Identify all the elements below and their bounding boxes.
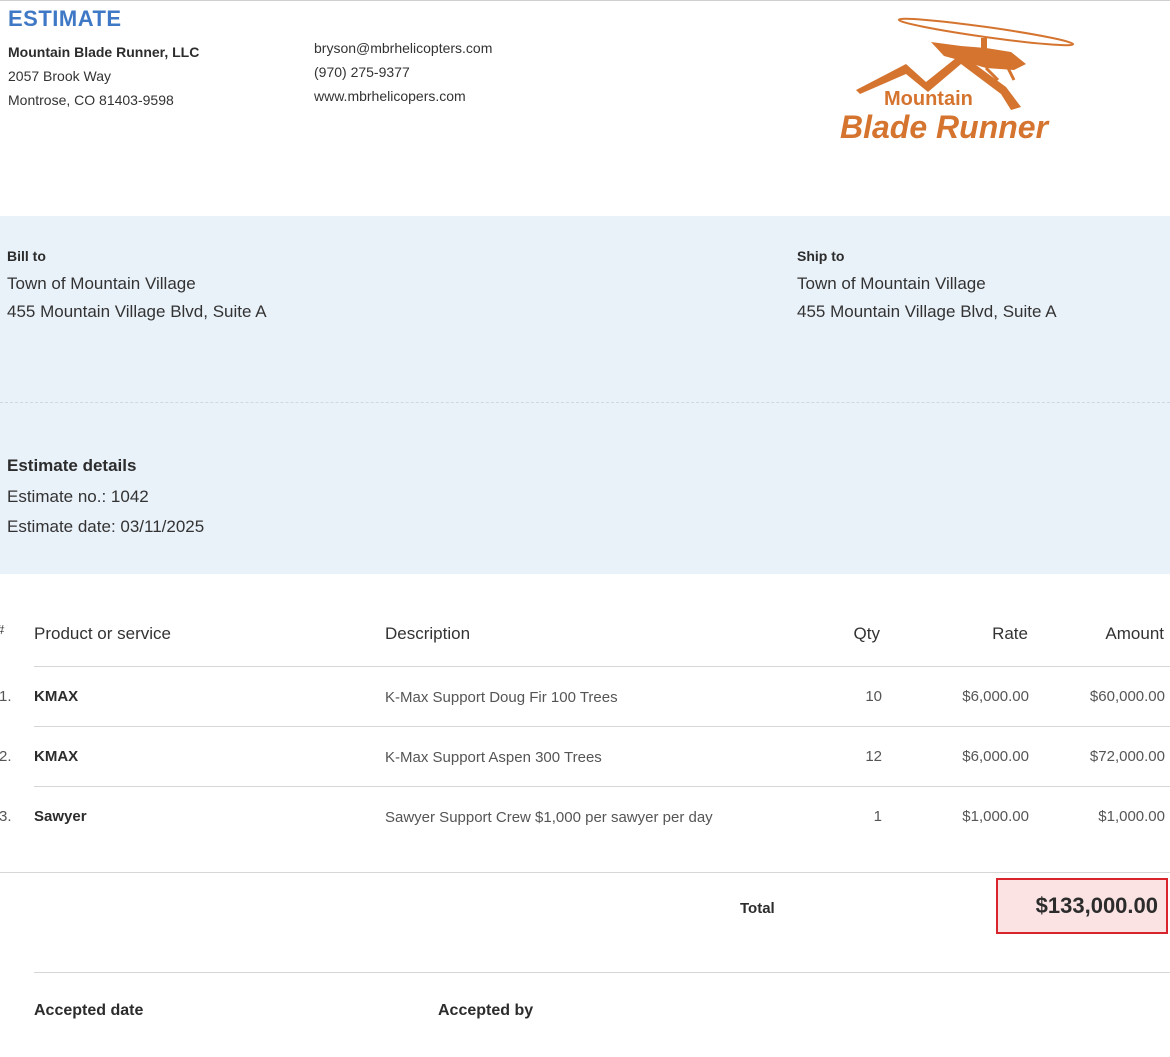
col-header-amount: Amount: [1105, 624, 1164, 643]
estimate-details-block: Estimate details Estimate no.: 1042 Esti…: [7, 454, 204, 542]
col-header-rate: Rate: [992, 624, 1028, 643]
band-divider: [0, 402, 1170, 403]
logo-word-blade-runner: Blade Runner: [840, 109, 1050, 145]
contact-block: bryson@mbrhelicopters.com (970) 275-9377…: [314, 36, 492, 108]
col-header-description: Description: [385, 624, 471, 643]
row-amount: $1,000.00: [1098, 808, 1165, 825]
row-product: KMAX: [34, 748, 79, 765]
estimate-date: Estimate date: 03/11/2025: [7, 517, 205, 536]
estimate-number: Estimate no.: 1042: [7, 487, 149, 506]
company-name: Mountain Blade Runner, LLC: [8, 44, 200, 60]
company-logo: Mountain Blade Runner: [840, 17, 1075, 145]
row-description: K-Max Support Aspen 300 Trees: [385, 749, 602, 766]
bill-to-address: 455 Mountain Village Blvd, Suite A: [7, 302, 267, 321]
ship-to-address: 455 Mountain Village Blvd, Suite A: [797, 302, 1057, 321]
accepted-by-label: Accepted by: [438, 1002, 534, 1019]
row-amount: $60,000.00: [1089, 688, 1165, 705]
table-divider: [0, 872, 1170, 873]
bill-to-block: Bill to Town of Mountain Village 455 Mou…: [7, 244, 267, 326]
total-label: Total: [740, 900, 775, 917]
row-number: 3.: [0, 808, 12, 825]
document-title: ESTIMATE: [8, 6, 122, 31]
row-description: K-Max Support Doug Fir 100 Trees: [385, 689, 618, 706]
col-header-num: #: [0, 622, 4, 637]
company-address-line1: 2057 Brook Way: [8, 68, 111, 84]
total-value: $133,000.00: [1035, 893, 1158, 918]
company-phone: (970) 275-9377: [314, 64, 410, 80]
table-divider: [34, 786, 1170, 787]
row-rate: $1,000.00: [962, 808, 1029, 825]
accepted-date-label: Accepted date: [34, 1002, 144, 1019]
bill-to-label: Bill to: [7, 248, 46, 264]
row-number: 2.: [0, 748, 12, 765]
row-number: 1.: [0, 688, 12, 705]
row-product: Sawyer: [34, 808, 87, 825]
row-rate: $6,000.00: [962, 688, 1029, 705]
helicopter-body-icon: [931, 42, 1026, 70]
company-website: www.mbrhelicopers.com: [314, 88, 466, 104]
row-product: KMAX: [34, 688, 79, 705]
ship-to-block: Ship to Town of Mountain Village 455 Mou…: [797, 244, 1057, 326]
company-address-line2: Montrose, CO 81403-9598: [8, 92, 174, 108]
col-header-product: Product or service: [34, 624, 171, 643]
top-border: [0, 0, 1170, 1]
table-divider: [34, 666, 1170, 667]
company-block: Mountain Blade Runner, LLC 2057 Brook Wa…: [8, 40, 199, 112]
row-qty: 1: [873, 808, 882, 825]
row-qty: 10: [865, 688, 882, 705]
logo-word-mountain: Mountain: [884, 88, 973, 110]
acceptance-divider: [34, 972, 1170, 973]
bill-to-name: Town of Mountain Village: [7, 274, 196, 293]
table-divider: [34, 726, 1170, 727]
row-amount: $72,000.00: [1089, 748, 1165, 765]
row-rate: $6,000.00: [962, 748, 1029, 765]
ship-to-name: Town of Mountain Village: [797, 274, 986, 293]
estimate-details-label: Estimate details: [7, 456, 137, 475]
col-header-qty: Qty: [853, 624, 880, 643]
row-qty: 12: [865, 748, 882, 765]
row-description: Sawyer Support Crew $1,000 per sawyer pe…: [385, 809, 713, 826]
total-highlight: $133,000.00: [996, 878, 1168, 934]
ship-to-label: Ship to: [797, 248, 845, 264]
company-email: bryson@mbrhelicopters.com: [314, 40, 493, 56]
